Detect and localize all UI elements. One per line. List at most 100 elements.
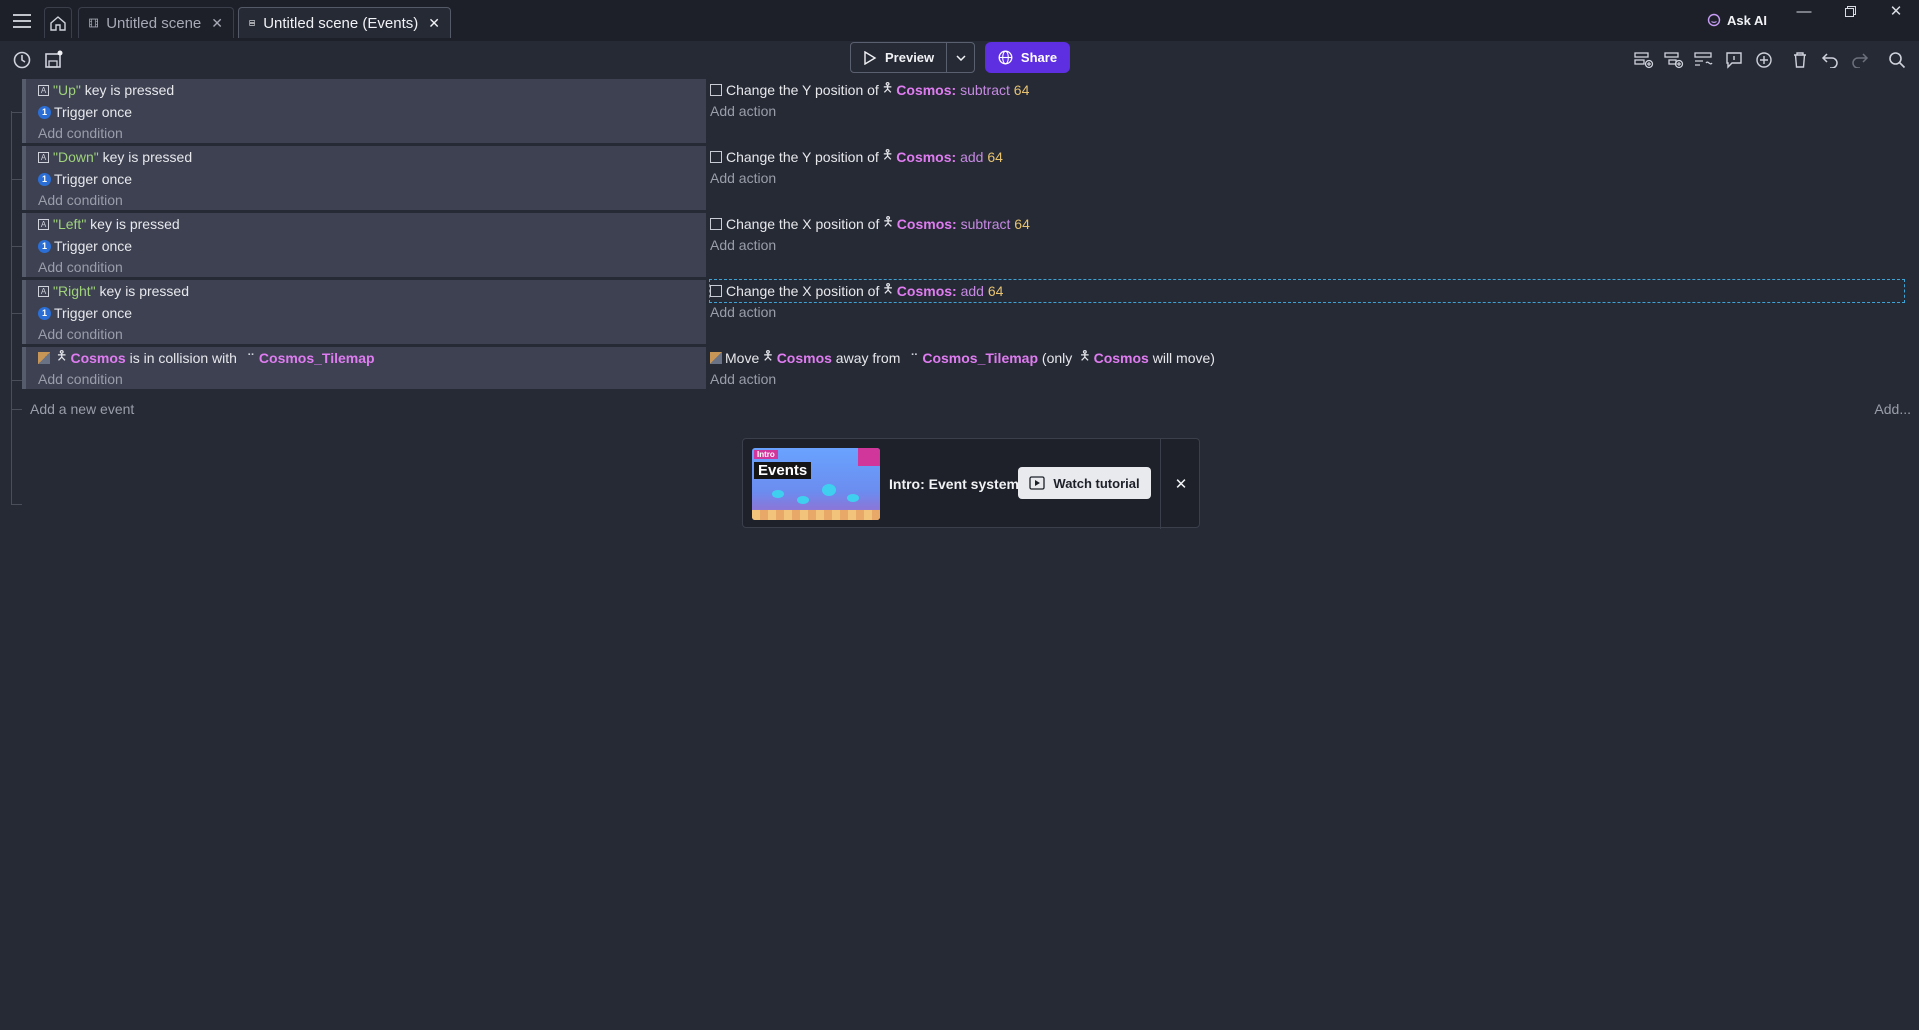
sprite-person-icon: 🯅	[762, 348, 774, 363]
conditions-panel[interactable]: 🯅 Cosmos is in collision with ⠉ Cosmos_T…	[22, 347, 706, 389]
add-condition-link[interactable]: Add condition	[26, 369, 706, 389]
object-name: Cosmos_Tilemap	[258, 350, 375, 366]
condition-text: Trigger once	[54, 104, 133, 120]
condition-trigger-once[interactable]: 1 Trigger once	[26, 302, 706, 324]
keyboard-icon: A	[38, 151, 49, 163]
hamburger-menu-icon[interactable]	[8, 0, 36, 41]
add-condition-link[interactable]: Add condition	[26, 190, 706, 210]
actions-panel[interactable]: Change the X position of 🯅 Cosmos: subtr…	[710, 213, 1919, 255]
ai-chat-icon	[1707, 13, 1721, 27]
home-tab[interactable]	[44, 7, 72, 38]
conditions-panel[interactable]: A "Left" key is pressed 1 Trigger once A…	[22, 213, 706, 277]
minimize-icon[interactable]: —	[1781, 0, 1827, 22]
add-event-icon[interactable]	[1629, 41, 1659, 79]
action-change-position-selected[interactable]: Change the X position of 🯅 Cosmos: add 6…	[709, 279, 1905, 303]
action-change-position[interactable]: Change the Y position of 🯅 Cosmos: subtr…	[710, 79, 1919, 101]
preview-button[interactable]: Preview	[851, 43, 946, 72]
value: 64	[1013, 82, 1030, 98]
undo-icon[interactable]	[1815, 41, 1845, 79]
conditions-panel[interactable]: A "Down" key is pressed 1 Trigger once A…	[22, 146, 706, 210]
event-row[interactable]: A "Left" key is pressed 1 Trigger once A…	[22, 213, 1919, 279]
condition-key-pressed[interactable]: A "Down" key is pressed	[26, 146, 706, 168]
tilemap-icon: ⠉	[246, 352, 255, 365]
close-icon[interactable]: ✕	[1161, 439, 1201, 529]
share-button[interactable]: Share	[985, 42, 1070, 73]
value: 64	[1014, 216, 1030, 232]
position-icon	[710, 285, 722, 297]
search-icon[interactable]	[1882, 41, 1912, 79]
condition-text: Trigger once	[54, 305, 133, 321]
add-plus-icon[interactable]	[1749, 41, 1779, 79]
restore-icon[interactable]	[1827, 0, 1873, 22]
add-action-link[interactable]: Add action	[710, 235, 1919, 255]
condition-collision[interactable]: 🯅 Cosmos is in collision with ⠉ Cosmos_T…	[26, 347, 706, 369]
thumbnail-events-label: Events	[754, 462, 812, 479]
action-change-position[interactable]: Change the Y position of 🯅 Cosmos: add 6…	[710, 146, 1919, 168]
actions-panel[interactable]: Change the X position of 🯅 Cosmos: add 6…	[709, 279, 1919, 322]
watch-tutorial-button[interactable]: Watch tutorial	[1018, 467, 1151, 499]
key-name: "Right"	[53, 283, 96, 299]
add-more-link[interactable]: Add...	[1874, 398, 1911, 420]
tab-untitled-scene-events[interactable]: Untitled scene (Events) ✕	[238, 7, 451, 38]
action-separate-objects[interactable]: Move 🯅 Cosmos away from ⠉ Cosmos_Tilemap…	[710, 347, 1919, 369]
tab-untitled-scene[interactable]: Untitled scene ✕	[78, 7, 234, 38]
gdevelop-logo-icon	[858, 448, 880, 466]
actions-panel[interactable]: Change the Y position of 🯅 Cosmos: add 6…	[710, 146, 1919, 188]
condition-key-pressed[interactable]: A "Right" key is pressed	[26, 280, 706, 302]
add-action-link[interactable]: Add action	[710, 168, 1919, 188]
add-action-link[interactable]: Add action	[710, 101, 1919, 121]
sprite-person-icon: 🯅	[1079, 348, 1091, 363]
conditions-panel[interactable]: A "Up" key is pressed 1 Trigger once Add…	[22, 79, 706, 143]
event-row[interactable]: A "Down" key is pressed 1 Trigger once A…	[22, 146, 1919, 212]
ask-ai-button[interactable]: Ask AI	[1707, 9, 1767, 31]
add-new-event-link[interactable]: Add a new event	[30, 398, 134, 420]
sprite-person-icon: 🯅	[882, 281, 894, 296]
action-text: Change the X position of	[726, 216, 880, 232]
condition-trigger-once[interactable]: 1 Trigger once	[26, 101, 706, 123]
ask-ai-label: Ask AI	[1727, 12, 1767, 28]
play-icon	[864, 50, 877, 65]
thumbnail-intro-label: Intro	[754, 450, 778, 459]
condition-key-pressed[interactable]: A "Left" key is pressed	[26, 213, 706, 235]
object-name: Cosmos	[70, 350, 126, 366]
condition-text: is in collision with	[125, 350, 241, 366]
event-row[interactable]: A "Right" key is pressed 1 Trigger once …	[22, 279, 1919, 346]
condition-text: Trigger once	[54, 171, 133, 187]
chevron-down-icon[interactable]	[946, 43, 974, 72]
add-condition-link[interactable]: Add condition	[26, 257, 706, 277]
action-change-position[interactable]: Change the X position of 🯅 Cosmos: subtr…	[710, 213, 1919, 235]
condition-text: key is pressed	[98, 149, 193, 165]
preview-label: Preview	[885, 50, 935, 65]
value: 64	[987, 149, 1003, 165]
condition-text: key is pressed	[80, 82, 175, 98]
delete-icon[interactable]	[1785, 41, 1815, 79]
add-condition-link[interactable]: Add condition	[26, 324, 706, 344]
operator: add	[960, 149, 984, 165]
add-comment-icon[interactable]	[1719, 41, 1749, 79]
tutorial-thumbnail[interactable]: Intro Events	[752, 448, 880, 520]
conditions-panel[interactable]: A "Right" key is pressed 1 Trigger once …	[22, 280, 706, 344]
window-close-icon[interactable]: ✕	[1873, 0, 1919, 22]
trigger-once-icon: 1	[38, 306, 51, 320]
add-condition-link[interactable]: Add condition	[26, 123, 706, 143]
trigger-once-icon: 1	[38, 105, 51, 119]
condition-trigger-once[interactable]: 1 Trigger once	[26, 168, 706, 190]
condition-trigger-once[interactable]: 1 Trigger once	[26, 235, 706, 257]
add-action-link[interactable]: Add action	[710, 302, 1919, 322]
redo-icon[interactable]	[1845, 41, 1875, 79]
condition-key-pressed[interactable]: A "Up" key is pressed	[26, 79, 706, 101]
close-icon[interactable]: ✕	[428, 15, 440, 32]
actions-panel[interactable]: Move 🯅 Cosmos away from ⠉ Cosmos_Tilemap…	[710, 347, 1919, 389]
history-icon[interactable]	[7, 41, 37, 79]
add-group-icon[interactable]	[1689, 41, 1719, 79]
close-icon[interactable]: ✕	[211, 15, 223, 32]
preview-button-group: Preview	[850, 42, 976, 73]
add-action-link[interactable]: Add action	[710, 369, 1919, 389]
add-sub-event-icon[interactable]	[1659, 41, 1689, 79]
actions-panel[interactable]: Change the Y position of 🯅 Cosmos: subtr…	[710, 79, 1919, 121]
event-row[interactable]: 🯅 Cosmos is in collision with ⠉ Cosmos_T…	[22, 347, 1919, 391]
condition-text: key is pressed	[86, 216, 180, 232]
save-project-icon[interactable]	[38, 41, 68, 79]
event-row[interactable]: A "Up" key is pressed 1 Trigger once Add…	[22, 79, 1919, 145]
tilemap-icon: ⠉	[910, 352, 919, 365]
